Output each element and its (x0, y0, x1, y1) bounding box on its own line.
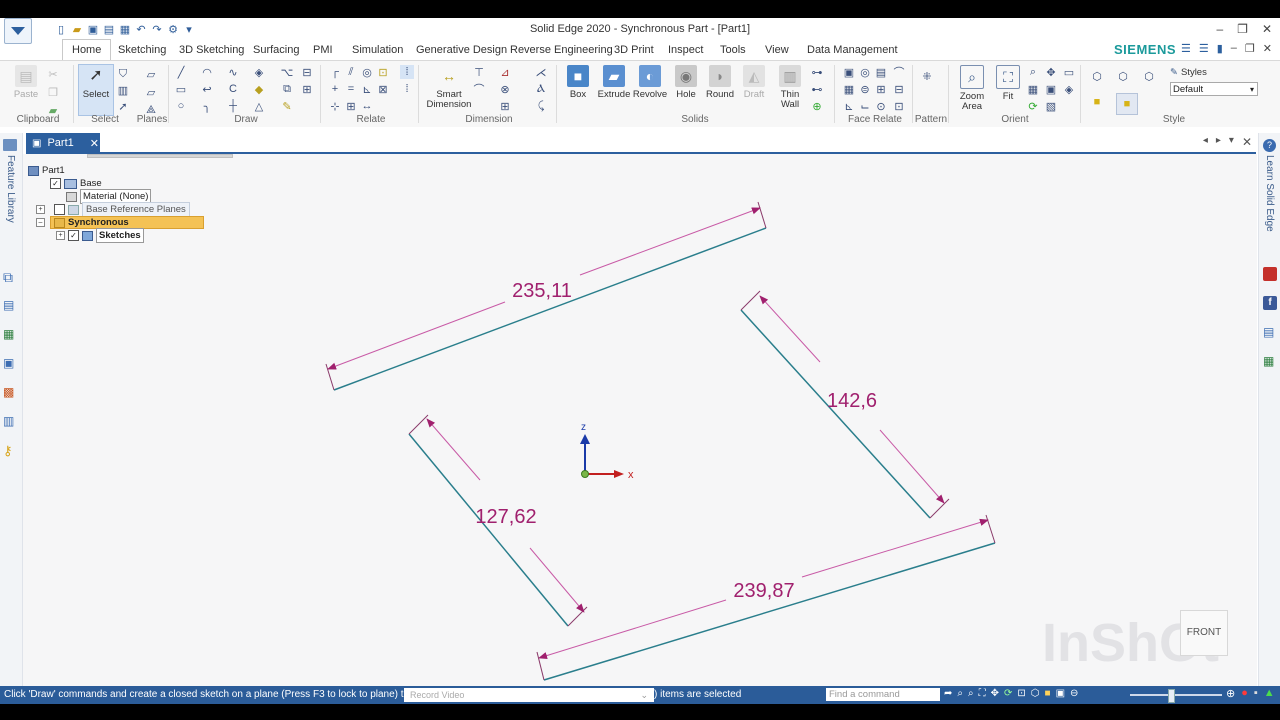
sketch-line-2[interactable] (740, 309, 931, 519)
extension-lines (325, 201, 996, 681)
record-video-label: Record Video (410, 690, 465, 700)
view-cube[interactable]: FRONT (1180, 610, 1228, 656)
record-video-field[interactable]: Record Video ⌄ (404, 688, 654, 702)
send-icon[interactable]: ➦ (944, 688, 952, 699)
status-right-icons: ⊕ ● ▪ ▲ (1226, 687, 1275, 700)
z-axis-arrow (580, 434, 590, 444)
coordinate-triad: z x (580, 422, 634, 481)
sketch-view-icon[interactable]: ⊡ (1017, 688, 1025, 699)
z-axis-label: z (581, 422, 586, 433)
fit-icon[interactable]: ⛶ (979, 688, 986, 699)
zoom-in-icon[interactable]: ⊕ (1226, 687, 1235, 700)
save-view-icon[interactable]: ▣ (1056, 688, 1065, 699)
dimension-line-1b (579, 207, 761, 276)
dimension-value-3[interactable]: 127,62 (475, 506, 536, 528)
zoom-area-icon[interactable]: ⌕ (957, 688, 963, 699)
dimension-line-2a (759, 295, 821, 363)
dimension-line-3b (529, 547, 585, 613)
dimension-line-4a (538, 599, 727, 660)
view-cube-label: FRONT (1186, 627, 1222, 638)
dimension-value-1[interactable]: 235,11 (512, 280, 572, 302)
zoom-slider-thumb[interactable] (1168, 689, 1175, 703)
view-tools: ➦ ⌕ ⌕ ⛶ ✥ ⟳ ⊡ ⬡ ■ ▣ ⊖ (944, 688, 1078, 699)
selection-count: ) items are selected (654, 689, 742, 700)
close-icon[interactable]: ⌄ (640, 688, 648, 702)
status-bar: Click 'Draw' commands and create a close… (0, 686, 1280, 704)
upload-icon[interactable]: ▲ (1264, 687, 1275, 700)
dimension-line-2b (879, 429, 945, 504)
stop-icon[interactable]: ▪ (1254, 687, 1258, 700)
dimension-line-4b (801, 518, 989, 578)
sketch-line-3[interactable] (408, 433, 569, 627)
sketch-line-1[interactable] (333, 227, 767, 391)
zoom-icon[interactable]: ⌕ (968, 688, 974, 699)
find-command-input[interactable]: Find a command (826, 688, 940, 701)
dimension-value-2[interactable]: 142,6 (827, 390, 877, 412)
pan-icon[interactable]: ✥ (991, 688, 999, 699)
dimension-value-4[interactable]: 239,87 (733, 580, 794, 602)
zoom-slider[interactable] (1130, 689, 1222, 703)
shaded-icon[interactable]: ■ (1045, 688, 1051, 699)
bottom-letterbox (0, 704, 1280, 720)
sketch-line-4[interactable] (543, 542, 996, 681)
rotate-icon[interactable]: ⟳ (1004, 688, 1012, 699)
record-icon[interactable]: ● (1241, 687, 1248, 700)
dimension-line-3a (426, 418, 481, 481)
zoom-out-icon[interactable]: ⊖ (1070, 688, 1078, 699)
view-orient-icon[interactable]: ⬡ (1031, 688, 1040, 699)
origin-point (581, 470, 589, 478)
x-axis-arrow (614, 470, 624, 478)
x-axis-label: x (628, 469, 634, 481)
prompt-text: Click 'Draw' commands and create a close… (4, 689, 415, 700)
